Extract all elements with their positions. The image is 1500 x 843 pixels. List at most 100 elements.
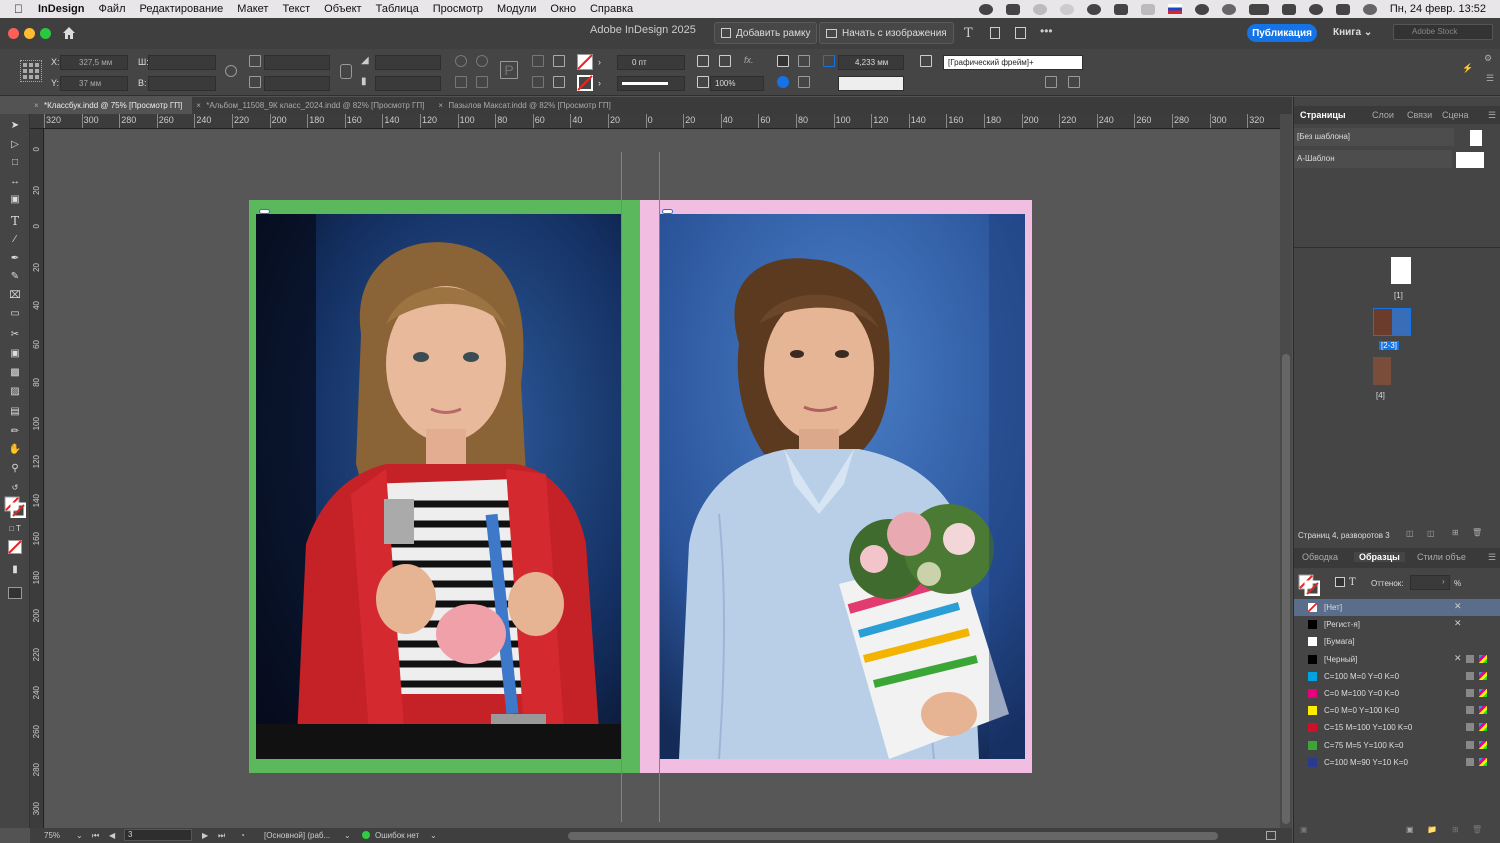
panel-menu-icon[interactable]: ☰ bbox=[1488, 110, 1496, 121]
select-container-icon[interactable] bbox=[532, 55, 544, 67]
swatch-row[interactable]: C=100 M=90 Y=10 K=0 bbox=[1294, 754, 1500, 771]
delete-page-icon[interactable]: 🗑 bbox=[1472, 528, 1482, 537]
wrap-bounding-icon[interactable] bbox=[798, 76, 810, 88]
opacity-field[interactable]: 100% bbox=[710, 76, 764, 91]
select-content-icon[interactable] bbox=[553, 55, 565, 67]
menu-type[interactable]: Текст bbox=[282, 3, 310, 15]
page-4-thumbnail[interactable] bbox=[1373, 357, 1391, 385]
select-previous-icon[interactable] bbox=[532, 76, 544, 88]
display-icon[interactable] bbox=[1140, 3, 1155, 15]
right-page-frame[interactable] bbox=[640, 200, 1032, 773]
new-page-icon[interactable]: ⊞ bbox=[1452, 528, 1459, 537]
zoom-chevron-icon[interactable]: ⌄ bbox=[76, 831, 83, 840]
stroke-type-dropdown[interactable] bbox=[617, 76, 685, 91]
last-page-icon[interactable]: ⏭ bbox=[218, 831, 225, 841]
preflight-chevron-icon[interactable]: ⌄ bbox=[430, 831, 437, 840]
time-machine-icon[interactable] bbox=[1221, 3, 1236, 15]
scale-y-field[interactable] bbox=[264, 76, 330, 91]
tab-object-styles[interactable]: Стили объе bbox=[1417, 552, 1466, 562]
align-left-icon[interactable] bbox=[777, 55, 789, 67]
show-swatches-icon[interactable]: ▣ bbox=[1300, 825, 1308, 834]
adobe-icon[interactable] bbox=[1032, 3, 1047, 15]
type-tool-icon[interactable]: T bbox=[964, 26, 973, 41]
open-spread-icon[interactable]: ◔ bbox=[240, 831, 245, 840]
tab-album[interactable]: × *Альбом_11508_9К класс_2024.indd @ 82% … bbox=[192, 97, 434, 114]
page-size-icon[interactable]: ◫ bbox=[1406, 529, 1414, 538]
zoom-level[interactable]: 75% bbox=[44, 831, 60, 840]
export-icon[interactable] bbox=[1015, 27, 1026, 39]
folder-icon[interactable]: 📁 bbox=[1427, 825, 1437, 834]
menu-view[interactable]: Просмотр bbox=[433, 3, 483, 15]
pencil-tool-icon[interactable]: ✎ bbox=[8, 271, 22, 283]
eyedropper-tool-icon[interactable]: ✏ bbox=[8, 426, 22, 438]
scale-x-field[interactable] bbox=[264, 55, 330, 70]
swap-fill-stroke-icon[interactable]: ↺ bbox=[8, 482, 22, 494]
zoom-tool-icon[interactable]: ⚲ bbox=[8, 463, 22, 475]
layer-chevron-icon[interactable]: ⌄ bbox=[344, 831, 351, 840]
add-frame-button[interactable]: Добавить рамку bbox=[714, 22, 818, 44]
swatch-row[interactable]: [Регист-я] ✕ bbox=[1294, 616, 1500, 633]
script-icon[interactable] bbox=[1005, 3, 1020, 15]
panel-menu-icon[interactable]: ☰ bbox=[1488, 552, 1496, 563]
preview-mode-icon[interactable] bbox=[8, 587, 22, 599]
shear-field[interactable] bbox=[375, 76, 441, 91]
teacher-portrait-photo[interactable] bbox=[659, 214, 1025, 759]
layer-status[interactable]: [Основной] (раб... bbox=[264, 831, 330, 840]
page-number-field[interactable]: 3 bbox=[124, 829, 192, 841]
battery-icon[interactable] bbox=[1248, 3, 1269, 15]
page-tool-icon[interactable]: □ bbox=[8, 157, 22, 169]
search-icon[interactable] bbox=[1308, 3, 1323, 15]
effects-fx-icon[interactable]: fx. bbox=[744, 55, 754, 65]
tab-layers[interactable]: Слои bbox=[1372, 110, 1394, 120]
menu-window[interactable]: Окно bbox=[550, 3, 576, 15]
reference-point-icon[interactable] bbox=[20, 60, 42, 82]
fill-none-swatch-icon[interactable] bbox=[577, 54, 593, 70]
fill-stroke-proxy-icon[interactable] bbox=[4, 496, 26, 518]
hand-tool-icon[interactable]: ✋ bbox=[8, 444, 22, 456]
girl-portrait-photo[interactable] bbox=[256, 214, 621, 759]
new-swatch-icon[interactable]: ⊞ bbox=[1452, 825, 1459, 834]
new-color-group-icon[interactable]: ▣ bbox=[1406, 825, 1414, 834]
tint-chevron-icon[interactable]: › bbox=[1442, 577, 1445, 586]
frame-link-icon[interactable] bbox=[259, 209, 270, 214]
swatch-row[interactable]: [Бумага] bbox=[1294, 633, 1500, 650]
select-next-icon[interactable] bbox=[553, 76, 565, 88]
gradient-tool-icon[interactable]: ▩ bbox=[8, 367, 22, 379]
pasteboard[interactable] bbox=[45, 130, 1280, 828]
delete-swatch-icon[interactable]: 🗑 bbox=[1472, 825, 1482, 834]
minimize-window-button[interactable] bbox=[24, 28, 35, 39]
horizontal-ruler[interactable]: 320 300 280 260 240 220 200 180 160 140 120 100 80 60… bbox=[30, 114, 1280, 129]
stock-search-input[interactable]: Adobe Stock bbox=[1393, 24, 1493, 40]
rectangle-frame-tool-icon[interactable]: ⌧ bbox=[8, 290, 22, 302]
control-center-icon[interactable] bbox=[1335, 3, 1350, 15]
tab-pazylov[interactable]: × Пазылов Максат.indd @ 82% [Просмотр ГП] bbox=[434, 97, 620, 114]
line-tool-icon[interactable]: ∕ bbox=[8, 234, 22, 246]
height-field[interactable] bbox=[148, 76, 216, 91]
location-icon[interactable] bbox=[1086, 3, 1101, 15]
tab-links[interactable]: Связи bbox=[1407, 110, 1432, 120]
menu-plugins[interactable]: Модули bbox=[497, 3, 536, 15]
master-none-thumbnail[interactable] bbox=[1470, 130, 1482, 146]
keyboard-icon[interactable] bbox=[1113, 3, 1128, 15]
menu-edit[interactable]: Редактирование bbox=[140, 3, 224, 15]
start-with-images-button[interactable]: Начать с изображения bbox=[819, 22, 954, 44]
siri-icon[interactable] bbox=[1362, 3, 1377, 15]
fill-chevron-icon[interactable]: › bbox=[598, 57, 601, 67]
flip-vertical-icon[interactable] bbox=[476, 76, 488, 88]
first-page-icon[interactable]: ⏮ bbox=[92, 831, 99, 841]
gradient-feather-tool-icon[interactable]: ▨ bbox=[8, 386, 22, 398]
swatch-row[interactable]: C=75 M=5 Y=100 K=0 bbox=[1294, 737, 1500, 754]
creative-cloud-icon[interactable] bbox=[978, 3, 993, 15]
stroke-chevron-icon[interactable]: › bbox=[598, 78, 601, 88]
align-center-icon[interactable] bbox=[798, 55, 810, 67]
swatch-row[interactable]: C=0 M=100 Y=0 K=0 bbox=[1294, 685, 1500, 702]
direct-selection-tool-icon[interactable]: ▷ bbox=[8, 139, 22, 151]
scissors-tool-icon[interactable]: ✂ bbox=[8, 329, 22, 341]
menu-help[interactable]: Справка bbox=[590, 3, 633, 15]
tab-pages[interactable]: Страницы bbox=[1300, 110, 1346, 120]
screen-mode-icon[interactable]: ▮ bbox=[8, 564, 22, 576]
frame-fitting-icon[interactable] bbox=[719, 55, 731, 67]
stroke-none-swatch-icon[interactable] bbox=[577, 75, 593, 91]
corner-options-icon[interactable] bbox=[697, 55, 709, 67]
rotate-cw-icon[interactable] bbox=[455, 55, 467, 67]
